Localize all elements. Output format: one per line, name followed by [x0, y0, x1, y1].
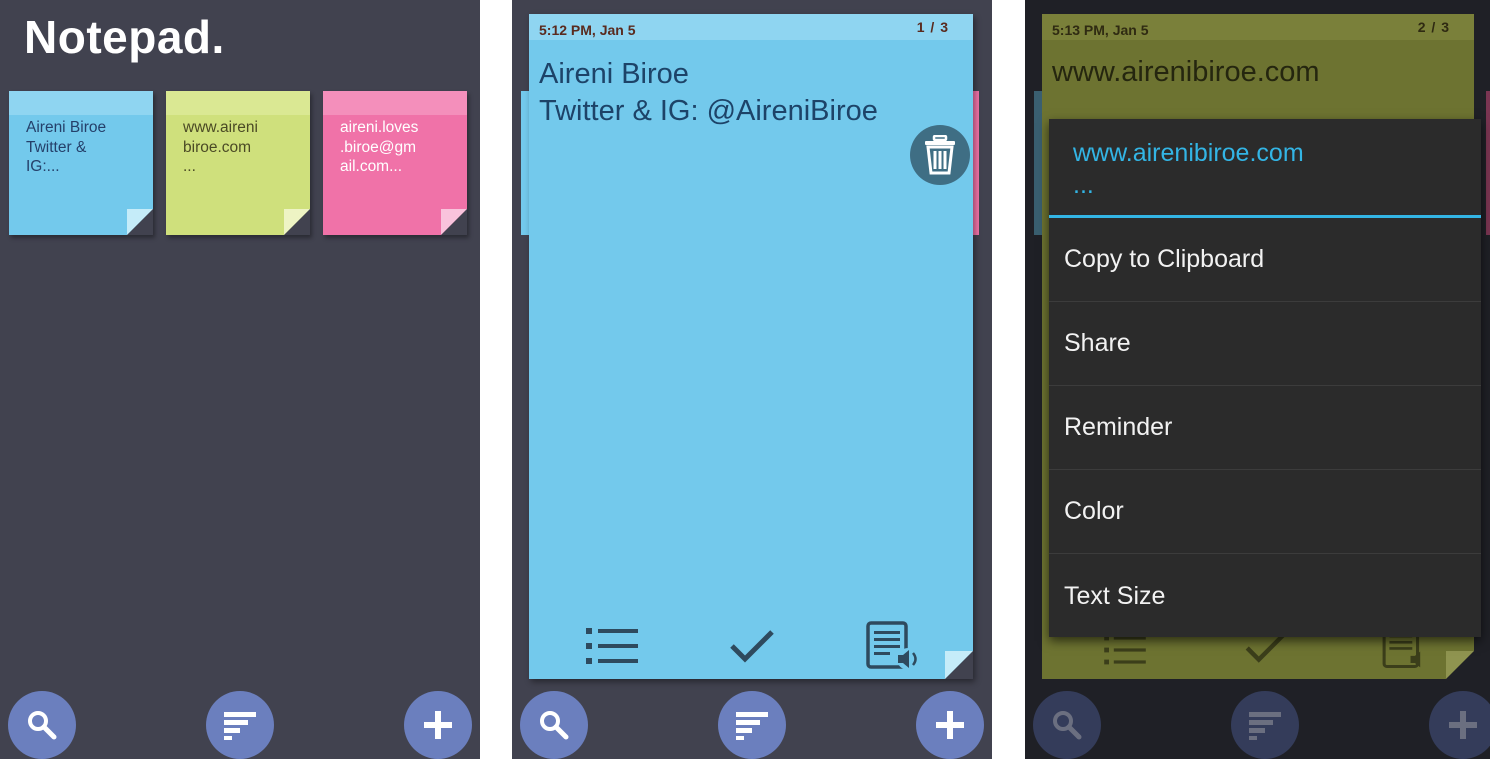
plus-icon	[936, 711, 964, 739]
sort-icon	[1249, 712, 1281, 740]
note-card[interactable]: Aireni Biroe Twitter & IG:...	[9, 91, 153, 235]
search-icon	[28, 711, 57, 740]
search-button	[1033, 691, 1101, 759]
menu-item-text-size[interactable]: Text Size	[1049, 554, 1481, 638]
note-card[interactable]: www.aireni biroe.com ...	[166, 91, 310, 235]
trash-icon	[925, 135, 955, 175]
list-icon	[1104, 635, 1146, 665]
menu-item-color[interactable]: Color	[1049, 470, 1481, 554]
note-context-menu-screen: 5:13 PM, Jan 5 2 / 3 www.airenibiroe.com	[1025, 0, 1490, 759]
plus-icon	[1449, 711, 1477, 739]
delete-button[interactable]	[910, 125, 970, 185]
add-note-button	[1429, 691, 1490, 759]
note-timestamp: 5:12 PM, Jan 5	[539, 22, 636, 38]
note-header: 5:12 PM, Jan 5 1 / 3	[529, 14, 973, 40]
checkmark-icon	[730, 630, 774, 663]
sort-button[interactable]	[718, 691, 786, 759]
search-button[interactable]	[520, 691, 588, 759]
note-preview: aireni.loves .biroe@gm ail.com...	[340, 119, 419, 175]
speak-document-icon	[866, 621, 919, 670]
menu-item-share[interactable]: Share	[1049, 302, 1481, 386]
note-body: www.airenibiroe.com	[1052, 56, 1320, 88]
checklist-button	[1099, 634, 1151, 671]
search-button[interactable]	[8, 691, 76, 759]
done-button[interactable]	[729, 628, 775, 669]
note-timestamp: 5:13 PM, Jan 5	[1052, 22, 1149, 38]
page-indicator: 1 / 3	[916, 19, 949, 35]
add-note-button[interactable]	[404, 691, 472, 759]
checklist-button[interactable]	[586, 626, 638, 671]
search-icon	[540, 711, 569, 740]
text-to-speech-button[interactable]	[866, 621, 922, 676]
sort-button	[1231, 691, 1299, 759]
add-note-button[interactable]	[916, 691, 984, 759]
search-icon	[1053, 711, 1082, 740]
note-detail-screen: 5:12 PM, Jan 5 1 / 3 Aireni Biroe Twitte…	[512, 0, 992, 759]
sort-icon	[224, 712, 256, 740]
context-menu: www.airenibiroe.com ... Copy to Clipboar…	[1049, 119, 1481, 637]
menu-title: www.airenibiroe.com ...	[1073, 139, 1304, 199]
note-editor[interactable]: 5:12 PM, Jan 5 1 / 3 Aireni Biroe Twitte…	[529, 14, 973, 679]
plus-icon	[424, 711, 452, 739]
note-preview: www.aireni biroe.com ...	[183, 119, 258, 175]
list-icon	[586, 628, 638, 664]
note-body[interactable]: Aireni Biroe Twitter & IG: @AireniBiroe	[539, 56, 963, 130]
menu-item-reminder[interactable]: Reminder	[1049, 386, 1481, 470]
page-indicator: 2 / 3	[1417, 19, 1450, 35]
app-title: Notepad.	[24, 11, 225, 63]
note-preview: Aireni Biroe Twitter & IG:...	[26, 119, 107, 175]
note-card[interactable]: aireni.loves .biroe@gm ail.com...	[323, 91, 467, 235]
notes-list-screen: Notepad. Aireni Biroe Twitter & IG:... w…	[0, 0, 480, 759]
menu-item-copy-to-clipboard[interactable]: Copy to Clipboard	[1049, 218, 1481, 302]
sort-icon	[736, 712, 768, 740]
sort-button[interactable]	[206, 691, 274, 759]
